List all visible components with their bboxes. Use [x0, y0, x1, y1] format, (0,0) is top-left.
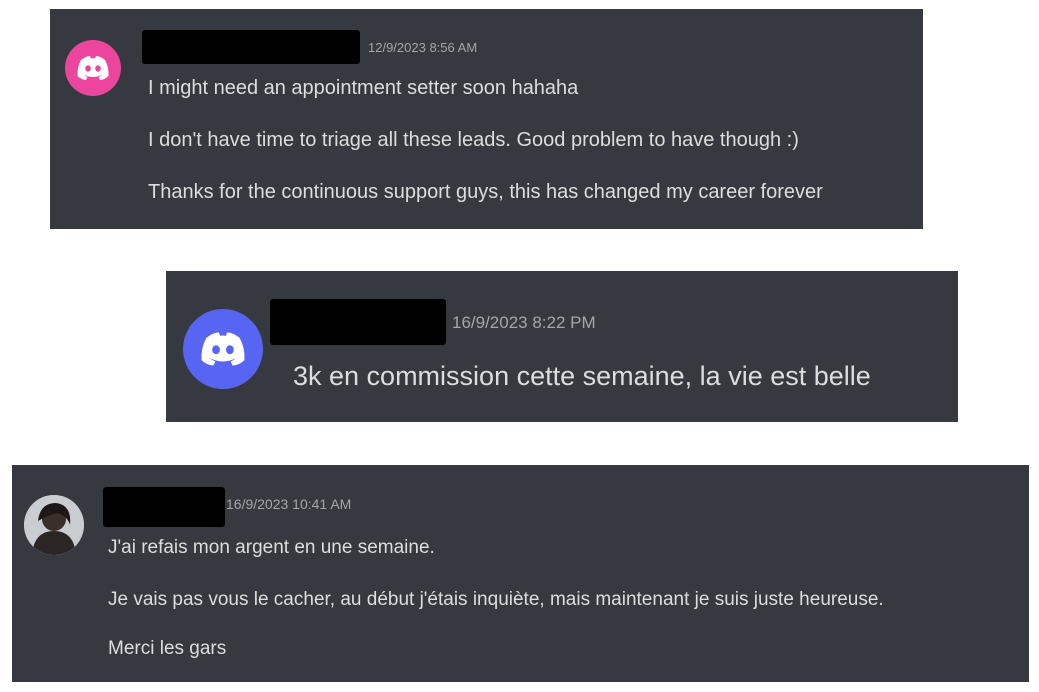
user-photo-avatar[interactable]	[24, 495, 84, 555]
message-line: Je vais pas vous le cacher, au début j'é…	[108, 589, 884, 610]
message-card: 12/9/2023 8:56 AM I might need an appoin…	[50, 9, 923, 229]
author-name-redacted	[142, 30, 360, 64]
message-timestamp: 12/9/2023 8:56 AM	[368, 40, 478, 55]
message-line: 3k en commission cette semaine, la vie e…	[293, 361, 871, 391]
author-name-redacted	[103, 487, 225, 527]
author-name-redacted	[270, 299, 446, 345]
discord-logo-icon[interactable]	[65, 40, 121, 96]
message-line: I might need an appointment setter soon …	[148, 77, 579, 99]
message-card: 16/9/2023 8:22 PM 3k en commission cette…	[166, 271, 958, 422]
message-line: Merci les gars	[108, 638, 227, 659]
message-timestamp: 16/9/2023 8:22 PM	[452, 313, 596, 332]
message-line: I don't have time to triage all these le…	[148, 129, 799, 151]
message-line: J'ai refais mon argent en une semaine.	[108, 537, 435, 558]
discord-logo-icon[interactable]	[183, 309, 263, 389]
message-card: 16/9/2023 10:41 AM J'ai refais mon argen…	[12, 465, 1029, 682]
message-timestamp: 16/9/2023 10:41 AM	[226, 496, 352, 512]
message-line: Thanks for the continuous support guys, …	[148, 181, 823, 203]
